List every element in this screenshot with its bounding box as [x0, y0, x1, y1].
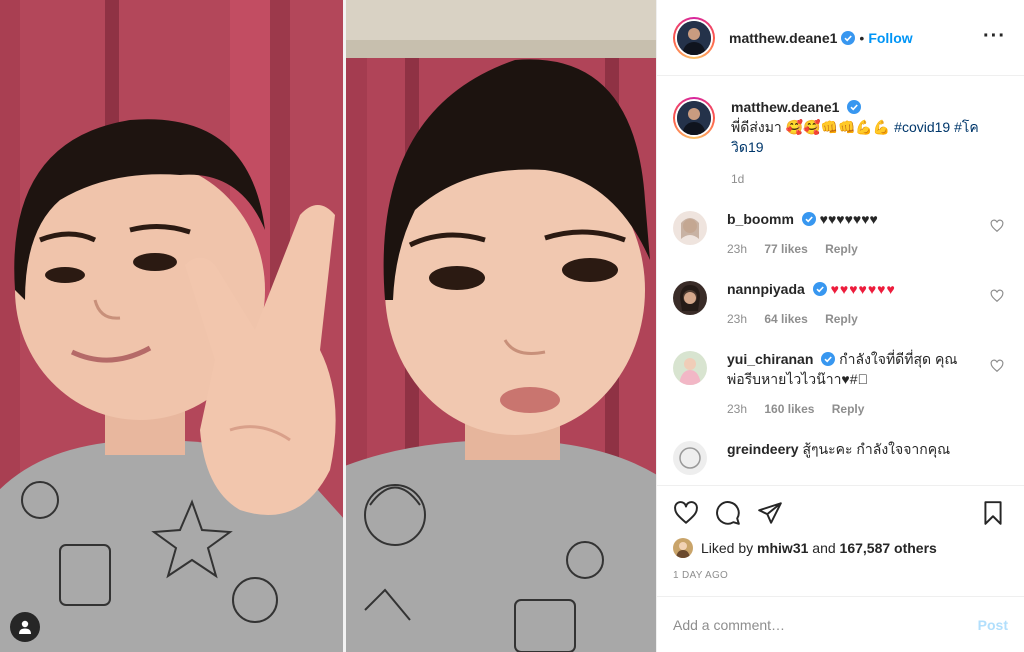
author-username[interactable]: matthew.deane1 [729, 30, 837, 46]
liked-by-prefix: Liked by [701, 540, 754, 556]
header-separator: • [859, 29, 865, 46]
photo-split-line [343, 0, 346, 652]
comment-time[interactable]: 23h [727, 402, 747, 416]
caption-text: พี่ดีส่งมา 🥰🥰👊👊💪💪 [731, 119, 891, 135]
commenter-avatar-image [673, 211, 707, 245]
post-actions: Liked by mhiw31 and 167,587 others 1 DAY… [657, 485, 1024, 581]
comment-item: greindeery สู้ๆนะคะ กำลังใจจากคุณ [673, 439, 1008, 475]
caption-time[interactable]: 1d [731, 169, 1008, 189]
comment-text: สู้ๆนะคะ กำลังใจจากคุณ [802, 441, 951, 457]
action-icons [673, 498, 1008, 528]
commenter-avatar[interactable] [673, 281, 707, 315]
reply-button[interactable]: Reply [832, 402, 865, 416]
user-tag-button[interactable] [10, 612, 40, 642]
comment-username[interactable]: b_boomm [727, 211, 794, 227]
comment-username[interactable]: nannpiyada [727, 281, 805, 297]
more-icon[interactable]: ··· [983, 26, 1006, 46]
verified-icon [812, 282, 827, 296]
comment-time[interactable]: 23h [727, 242, 747, 256]
comment-time[interactable]: 23h [727, 312, 747, 326]
post-photo[interactable] [0, 0, 656, 652]
liked-by-avatar[interactable] [673, 538, 693, 558]
liked-by-user[interactable]: mhiw31 [757, 540, 808, 556]
comment-text: ♥♥♥♥♥♥♥ [830, 281, 896, 297]
photo-right-half [345, 0, 656, 652]
comment-like-heart-icon[interactable] [990, 219, 1004, 233]
liked-by-avatar-image [673, 538, 693, 558]
post-caption: matthew.deane1 พี่ดีส่งมา 🥰🥰👊👊💪💪 #covid1… [673, 77, 1008, 189]
comment-like-heart-icon[interactable] [990, 359, 1004, 373]
bookmark-icon[interactable] [980, 500, 1006, 526]
commenter-avatar[interactable] [673, 211, 707, 245]
comment-likes[interactable]: 160 likes [764, 402, 814, 416]
verified-icon [821, 352, 836, 366]
author-avatar-image [677, 20, 711, 55]
verified-icon [841, 30, 856, 45]
post-age[interactable]: 1 DAY AGO [673, 570, 1008, 581]
post-comment-button[interactable]: Post [978, 617, 1008, 633]
caption-avatar-image [677, 101, 711, 135]
child-peace-sign-illustration [0, 0, 345, 652]
comment-item: nannpiyada ♥♥♥♥♥♥♥ 23h 64 likes Reply [673, 279, 1008, 329]
commenter-avatar[interactable] [673, 441, 707, 475]
commenter-avatar-image [673, 441, 707, 475]
comment-likes[interactable]: 77 likes [764, 242, 807, 256]
comment-text: ♥♥♥♥♥♥♥ [819, 211, 878, 227]
comment-likes[interactable]: 64 likes [764, 312, 807, 326]
child-portrait-illustration [345, 0, 656, 652]
caption-author-avatar[interactable] [673, 97, 715, 139]
post-side-panel: matthew.deane1 • Follow ··· matthew.dean… [656, 0, 1024, 652]
heart-icon[interactable] [673, 500, 699, 526]
comment-item: b_boomm ♥♥♥♥♥♥♥ 23h 77 likes Reply [673, 209, 1008, 259]
comment-username[interactable]: yui_chiranan [727, 351, 813, 367]
commenter-avatar[interactable] [673, 351, 707, 385]
comment-like-heart-icon[interactable] [990, 289, 1004, 303]
comments-list[interactable]: matthew.deane1 พี่ดีส่งมา 🥰🥰👊👊💪💪 #covid1… [657, 77, 1024, 484]
commenter-avatar-image [673, 351, 707, 385]
author-avatar[interactable] [673, 16, 715, 59]
liked-by-and: and [812, 540, 836, 556]
verified-icon [801, 212, 816, 226]
user-tag-icon [19, 620, 31, 634]
liked-by-others[interactable]: 167,587 others [840, 540, 937, 556]
photo-left-half [0, 0, 345, 652]
instagram-post: matthew.deane1 • Follow ··· matthew.dean… [0, 0, 1024, 652]
post-header: matthew.deane1 • Follow ··· [657, 0, 1024, 76]
reply-button[interactable]: Reply [825, 312, 858, 326]
likes-summary: Liked by mhiw31 and 167,587 others [673, 538, 1008, 558]
comment-icon[interactable] [715, 500, 741, 526]
share-icon[interactable] [757, 500, 783, 526]
follow-button[interactable]: Follow [868, 30, 912, 46]
reply-button[interactable]: Reply [825, 242, 858, 256]
comment-item: yui_chiranan กำลังใจที่ดีที่สุด คุณพ่อรี… [673, 349, 1008, 419]
commenter-avatar-image [673, 281, 707, 315]
add-comment-bar: Post [657, 596, 1024, 652]
comment-input[interactable] [673, 616, 978, 633]
caption-username[interactable]: matthew.deane1 [731, 99, 839, 115]
comment-username[interactable]: greindeery [727, 441, 799, 457]
verified-icon [847, 100, 862, 114]
